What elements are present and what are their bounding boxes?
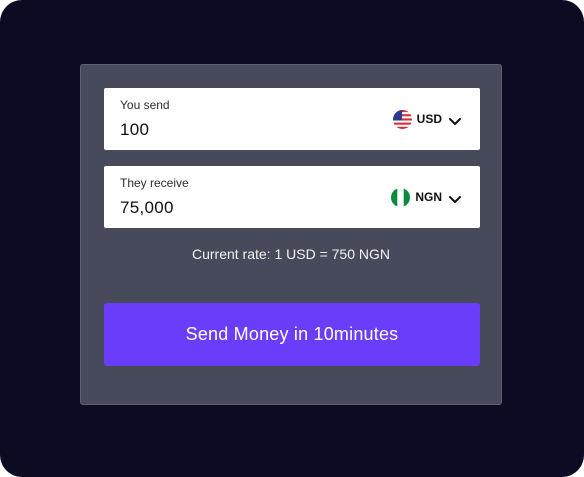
receive-amount-field[interactable]: They receive 75,000 NGN [104,166,480,228]
transfer-card: You send 100 USD They receive 75,000 NGN… [80,64,502,405]
send-money-button[interactable]: Send Money in 10minutes [104,303,480,366]
chevron-down-icon [448,114,462,125]
receive-field-label: They receive [120,176,189,190]
receive-amount-input[interactable]: 75,000 [120,198,174,218]
app-frame: You send 100 USD They receive 75,000 NGN… [0,0,584,477]
ng-flag-icon [391,187,411,207]
send-amount-field[interactable]: You send 100 USD [104,88,480,150]
exchange-rate-text: Current rate: 1 USD = 750 NGN [191,246,391,262]
receive-currency-code: NGN [415,190,442,204]
send-field-label: You send [120,98,170,112]
receive-currency-selector[interactable]: NGN [391,186,462,208]
send-currency-selector[interactable]: USD [392,108,462,130]
us-flag-icon [392,109,412,129]
send-amount-input[interactable]: 100 [120,120,149,140]
send-currency-code: USD [416,112,442,126]
chevron-down-icon [448,192,462,203]
